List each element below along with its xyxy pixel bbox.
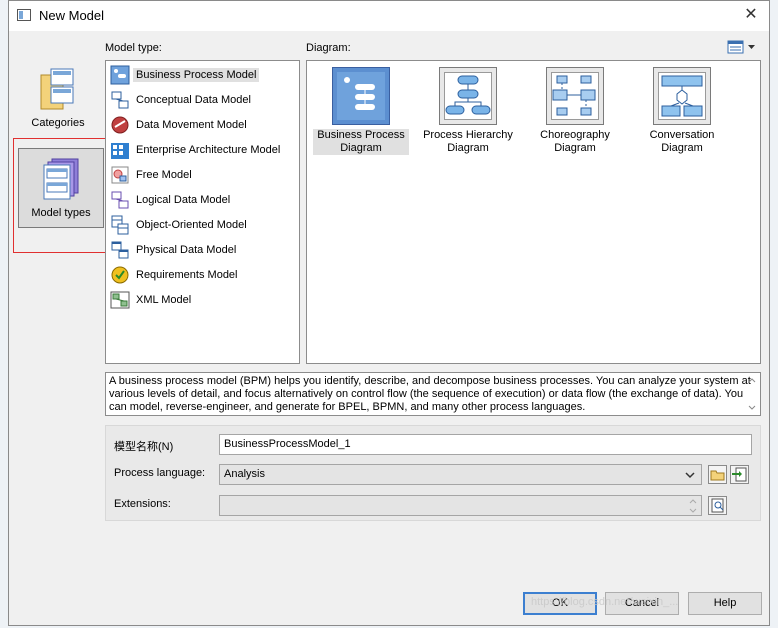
diagram-label: Conversation Diagram: [634, 129, 730, 155]
diagram-label: Process Hierarchy Diagram: [420, 129, 516, 155]
diagram-label-line2: Diagram: [554, 142, 596, 154]
list-item[interactable]: Enterprise Architecture Model: [110, 139, 280, 161]
close-button[interactable]: ✕: [741, 5, 761, 25]
diagram-process-hierarchy[interactable]: Process Hierarchy Diagram: [420, 67, 516, 155]
import-icon: [732, 467, 747, 482]
diagram-label-line1: Choreography: [540, 129, 610, 141]
model-types-stack-icon: [42, 157, 80, 203]
diagram-label-line1: Process Hierarchy: [423, 129, 513, 141]
diagram-panel: Business Process Diagram Process Hierarc…: [306, 60, 761, 364]
conversation-diagram-icon: [653, 67, 711, 125]
requirements-icon: [110, 265, 130, 285]
view-mode-button[interactable]: [726, 39, 760, 55]
diagram-label-line2: Diagram: [447, 142, 489, 154]
model-name-label: 模型名称(N): [114, 441, 174, 453]
process-language-label: Process language:: [114, 467, 206, 479]
window-title: New Model: [39, 8, 105, 23]
business-process-diagram-icon: [332, 67, 390, 125]
list-item[interactable]: Free Model: [110, 164, 192, 186]
choreography-diagram-icon: [546, 67, 604, 125]
physical-data-icon: [110, 240, 130, 260]
diagram-label-line2: Diagram: [661, 142, 703, 154]
diagram-label: Business Process Diagram: [313, 129, 409, 155]
list-item-label: Conceptual Data Model: [136, 94, 251, 106]
list-item-label: Logical Data Model: [136, 194, 231, 206]
description-text: A business process model (BPM) helps you…: [109, 375, 751, 413]
list-item[interactable]: Business Process Model: [110, 64, 260, 86]
logical-data-icon: [110, 190, 130, 210]
category-model-types[interactable]: Model types: [18, 148, 104, 228]
app-window-icon: [17, 9, 31, 21]
diagram-conversation[interactable]: Conversation Diagram: [634, 67, 730, 155]
model-description: A business process model (BPM) helps you…: [105, 372, 761, 416]
list-item-label: Physical Data Model: [136, 244, 237, 256]
conceptual-data-icon: [110, 90, 130, 110]
diagram-label-line1: Business Process: [317, 129, 405, 141]
help-button[interactable]: Help: [688, 592, 762, 615]
categories-folder-icon: [39, 67, 77, 113]
free-model-icon: [110, 165, 130, 185]
list-item-label: Free Model: [136, 169, 192, 181]
list-item-label: Requirements Model: [136, 269, 238, 281]
list-item[interactable]: XML Model: [110, 289, 191, 311]
browse-folder-button[interactable]: [708, 465, 727, 484]
properties-icon: [711, 498, 724, 513]
model-type-list: Business Process Model Conceptual Data M…: [105, 60, 300, 364]
list-item-label: XML Model: [136, 294, 192, 306]
xml-model-icon: [110, 290, 130, 310]
enterprise-architecture-icon: [110, 140, 130, 160]
model-type-label: Model type:: [105, 42, 162, 54]
diagram-choreography[interactable]: Choreography Diagram: [527, 67, 623, 155]
model-name-input[interactable]: BusinessProcessModel_1: [219, 434, 752, 455]
description-scrollbar[interactable]: [746, 375, 758, 413]
diagram-business-process[interactable]: Business Process Diagram: [313, 67, 409, 155]
extensions-field[interactable]: [219, 495, 702, 516]
business-process-icon: [110, 65, 130, 85]
new-model-dialog: New Model ✕ Categories Model types Model…: [8, 0, 770, 626]
list-item-label: Data Movement Model: [136, 119, 247, 131]
diagram-label: Choreography Diagram: [527, 129, 623, 155]
object-oriented-icon: [110, 215, 130, 235]
diagram-label-line2: Diagram: [340, 142, 382, 154]
watermark-text: https://blog.csdn.net/weixin_...: [531, 596, 679, 608]
list-item-label: Enterprise Architecture Model: [136, 144, 281, 156]
category-label: Categories: [31, 117, 85, 129]
list-item[interactable]: Data Movement Model: [110, 114, 247, 136]
folder-icon: [710, 470, 725, 481]
data-movement-icon: [110, 115, 130, 135]
process-language-select[interactable]: Analysis: [219, 464, 702, 485]
process-language-value: Analysis: [224, 468, 265, 480]
list-item-label: Object-Oriented Model: [136, 219, 247, 231]
select-extensions-button[interactable]: [708, 496, 727, 515]
list-item[interactable]: Conceptual Data Model: [110, 89, 251, 111]
category-label: Model types: [31, 207, 91, 219]
spin-arrows-icon: [689, 499, 697, 513]
process-hierarchy-diagram-icon: [439, 67, 497, 125]
list-item[interactable]: Requirements Model: [110, 264, 238, 286]
list-item[interactable]: Physical Data Model: [110, 239, 236, 261]
extensions-label: Extensions:: [114, 498, 171, 510]
model-properties-panel: 模型名称(N) BusinessProcessModel_1 Process l…: [105, 425, 761, 521]
scroll-arrows-icon: [748, 378, 756, 410]
list-view-icon: [727, 40, 755, 54]
list-item[interactable]: Logical Data Model: [110, 189, 230, 211]
list-item[interactable]: Object-Oriented Model: [110, 214, 247, 236]
import-language-button[interactable]: [730, 465, 749, 484]
chevron-down-icon: [685, 472, 695, 479]
list-item-label: Business Process Model: [133, 68, 260, 82]
category-categories[interactable]: Categories: [13, 67, 103, 129]
diagram-label-line1: Conversation: [649, 129, 715, 141]
title-bar: New Model ✕: [9, 1, 769, 31]
diagram-label: Diagram:: [306, 42, 351, 54]
